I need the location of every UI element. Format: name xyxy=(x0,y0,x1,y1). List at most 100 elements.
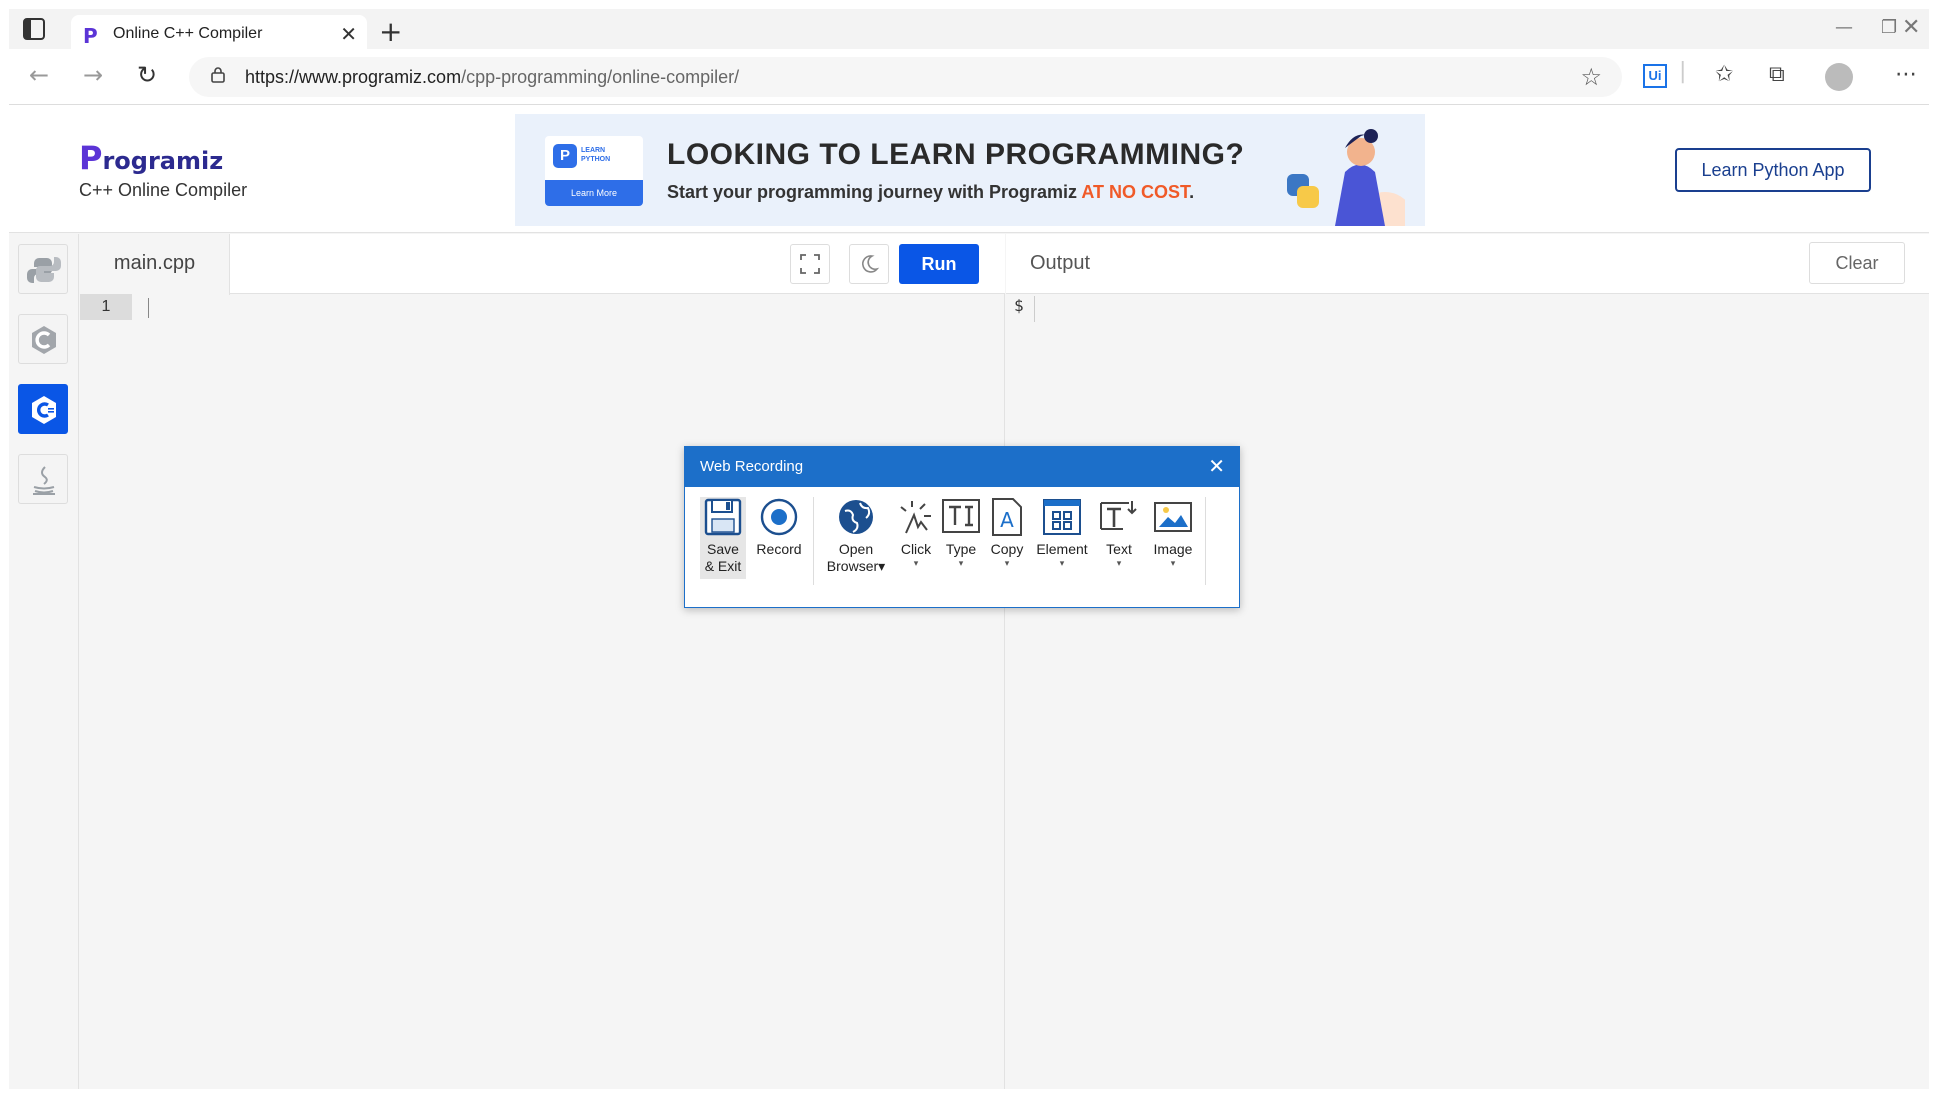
add-favorite-icon[interactable]: ☆ xyxy=(1580,63,1602,91)
cpp-language-button[interactable] xyxy=(18,384,68,434)
text-icon xyxy=(1100,501,1137,530)
restore-icon[interactable]: ❐ xyxy=(1881,17,1897,38)
new-tab-button[interactable]: + xyxy=(379,15,402,48)
banner-illustration-icon xyxy=(1287,129,1405,226)
back-icon[interactable]: ← xyxy=(29,61,49,89)
file-tab-main-cpp[interactable]: main.cpp xyxy=(80,234,230,295)
toolbar-divider: | xyxy=(1679,59,1687,84)
reload-icon[interactable]: ↻ xyxy=(137,61,157,89)
favorites-icon[interactable]: ✩ xyxy=(1715,62,1733,87)
code-editor-pane: main.cpp Run 1 xyxy=(80,234,1005,1089)
cpp-icon xyxy=(32,396,56,424)
globe-icon xyxy=(839,500,873,534)
uipath-extension-icon[interactable]: Ui xyxy=(1643,64,1667,88)
tab-title: Online C++ Compiler xyxy=(113,25,263,42)
language-sidebar xyxy=(9,234,79,1089)
tab-actions-icon[interactable] xyxy=(23,18,45,40)
click-button[interactable]: Click ▾ xyxy=(896,497,936,568)
copy-icon: A xyxy=(992,498,1022,536)
profile-avatar[interactable] xyxy=(1825,63,1853,91)
python-icon xyxy=(27,257,61,283)
run-button[interactable]: Run xyxy=(899,244,979,284)
record-label: Record xyxy=(756,541,802,557)
collections-icon[interactable]: ⧉ xyxy=(1769,62,1785,87)
programiz-logo[interactable]: Programiz xyxy=(79,139,223,177)
url-text: https://www.programiz.com/cpp-programmin… xyxy=(245,67,740,87)
open-browser-label-2: Browser▾ xyxy=(826,558,886,574)
click-cursor-icon xyxy=(900,501,931,534)
forward-icon[interactable]: → xyxy=(83,61,103,89)
record-icon xyxy=(760,498,798,536)
click-label: Click xyxy=(900,541,932,557)
type-icon xyxy=(942,499,980,533)
element-dropdown-icon[interactable]: ▾ xyxy=(1033,558,1091,568)
python-language-button[interactable] xyxy=(18,244,68,294)
dark-mode-button[interactable] xyxy=(849,244,889,284)
save-exit-button[interactable]: Save & Exit xyxy=(700,497,746,579)
editor-toolbar: main.cpp Run xyxy=(80,234,1005,295)
browser-tab[interactable]: P Online C++ Compiler ✕ xyxy=(71,15,367,49)
copy-dropdown-icon[interactable]: ▾ xyxy=(987,558,1027,568)
programiz-badge-icon: P xyxy=(553,144,577,168)
image-label: Image xyxy=(1153,541,1193,557)
fullscreen-icon xyxy=(800,254,820,274)
text-button[interactable]: Text ▾ xyxy=(1097,497,1141,568)
svg-text:A: A xyxy=(1000,508,1014,532)
open-browser-button[interactable]: Open Browser▾ xyxy=(823,497,889,575)
text-dropdown-icon[interactable]: ▾ xyxy=(1097,558,1141,568)
terminal-cursor[interactable] xyxy=(1034,296,1035,322)
save-exit-label-2: & Exit xyxy=(704,558,742,574)
learn-more-button[interactable]: Learn More xyxy=(545,180,643,206)
element-icon xyxy=(1043,499,1081,535)
image-button[interactable]: Image ▾ xyxy=(1149,497,1197,568)
output-toolbar: Output Clear xyxy=(1006,234,1929,294)
output-pane: Output Clear $ xyxy=(1006,234,1929,1089)
ad-banner[interactable]: P LEARN PYTHON Learn More LOOKING TO LEAR… xyxy=(515,114,1425,226)
copy-label: Copy xyxy=(990,541,1024,557)
toolbar-separator xyxy=(813,497,814,585)
more-menu-icon[interactable]: ⋯ xyxy=(1895,62,1917,87)
java-language-button[interactable] xyxy=(18,454,68,504)
learn-python-app-button[interactable]: Learn Python App xyxy=(1675,148,1871,192)
output-title: Output xyxy=(1030,252,1091,274)
type-button[interactable]: Type ▾ xyxy=(941,497,981,568)
dialog-title-text: Web Recording xyxy=(700,458,804,475)
banner-subline: Start your programming journey with Prog… xyxy=(667,182,1195,202)
toolbar-separator xyxy=(1205,497,1206,585)
url-input[interactable]: https://www.programiz.com/cpp-programmin… xyxy=(189,57,1622,97)
element-button[interactable]: Element ▾ xyxy=(1033,497,1091,568)
line-number: 1 xyxy=(80,294,132,320)
c-language-button[interactable] xyxy=(18,314,68,364)
copy-button[interactable]: A Copy ▾ xyxy=(987,497,1027,568)
type-dropdown-icon[interactable]: ▾ xyxy=(941,558,981,568)
dialog-title: Web Recording xyxy=(685,447,1239,487)
web-recording-dialog: Web Recording ✕ Save & Exit Record Open … xyxy=(684,446,1240,608)
terminal-prompt: $ xyxy=(1014,296,1024,315)
window-close-icon[interactable]: ✕ xyxy=(1902,15,1920,40)
java-icon xyxy=(33,466,55,495)
badge-text: LEARN PYTHON xyxy=(581,147,611,163)
type-label: Type xyxy=(945,541,977,557)
site-header: Programiz C++ Online Compiler P LEARN PYT… xyxy=(9,106,1929,233)
text-label: Text xyxy=(1106,541,1132,557)
c-icon xyxy=(32,326,56,354)
fullscreen-button[interactable] xyxy=(790,244,830,284)
dialog-close-icon[interactable]: ✕ xyxy=(1208,454,1225,478)
banner-headline: LOOKING TO LEARN PROGRAMMING? xyxy=(667,138,1245,171)
page-subtitle: C++ Online Compiler xyxy=(79,180,248,200)
image-icon xyxy=(1154,502,1192,532)
click-dropdown-icon[interactable]: ▾ xyxy=(896,558,936,568)
programiz-favicon-icon: P xyxy=(83,24,98,48)
tab-bar: P Online C++ Compiler ✕ + — ❐ ✕ xyxy=(9,9,1929,49)
address-bar: ← → ↻ https://www.programiz.com/cpp-prog… xyxy=(9,49,1929,105)
clear-button[interactable]: Clear xyxy=(1809,242,1905,284)
moon-icon xyxy=(862,255,880,273)
lock-icon xyxy=(211,67,225,83)
tab-close-icon[interactable]: ✕ xyxy=(340,22,357,47)
save-exit-label-1: Save xyxy=(707,541,739,557)
image-dropdown-icon[interactable]: ▾ xyxy=(1149,558,1197,568)
minimize-icon[interactable]: — xyxy=(1835,17,1853,38)
save-icon xyxy=(704,498,742,536)
text-cursor[interactable] xyxy=(148,298,149,318)
record-button[interactable]: Record xyxy=(754,497,804,558)
